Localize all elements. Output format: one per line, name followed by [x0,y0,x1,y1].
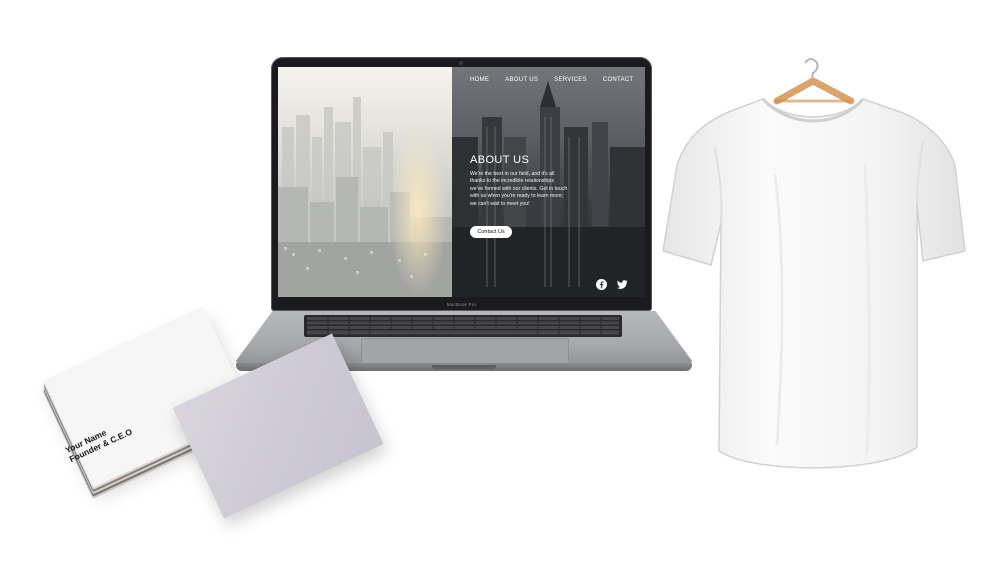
about-line: We're the best in our field, and it's al… [470,171,555,177]
twitter-icon[interactable] [617,279,628,290]
sun-glow [388,127,448,297]
laptop-lid: HOME ABOUT US SERVICES CONTACT ABOUT US … [271,57,652,311]
nav-home[interactable]: HOME [470,77,489,87]
tshirt-on-hanger [655,55,975,485]
laptop-trackpad [361,338,569,366]
laptop-notch [432,365,496,369]
nav-about-us[interactable]: ABOUT US [505,77,538,87]
nav-services[interactable]: SERVICES [554,77,587,87]
nav-contact[interactable]: CONTACT [603,77,634,87]
laptop-keyboard [304,315,622,337]
hero-image-left [278,67,452,297]
hanger-icon [773,58,855,105]
about-line: with us when you're ready to learn more; [470,193,564,200]
about-text: We're the best in our field, and it's al… [470,171,582,208]
contact-us-button[interactable]: Contact Us [470,226,512,238]
site-nav: HOME ABOUT US SERVICES CONTACT [470,77,633,87]
camera-dot [459,61,463,65]
about-line: we can't wait to meet you! [470,200,530,207]
about-line: we've formed with our clients. Get in to… [470,185,568,192]
section-title: ABOUT US [470,154,530,166]
facebook-icon[interactable] [596,279,607,290]
laptop-brand-label: MacBook Pro [446,302,477,307]
about-line: thanks to the incredible relationships [470,178,554,185]
website-screen: HOME ABOUT US SERVICES CONTACT ABOUT US … [278,67,645,297]
